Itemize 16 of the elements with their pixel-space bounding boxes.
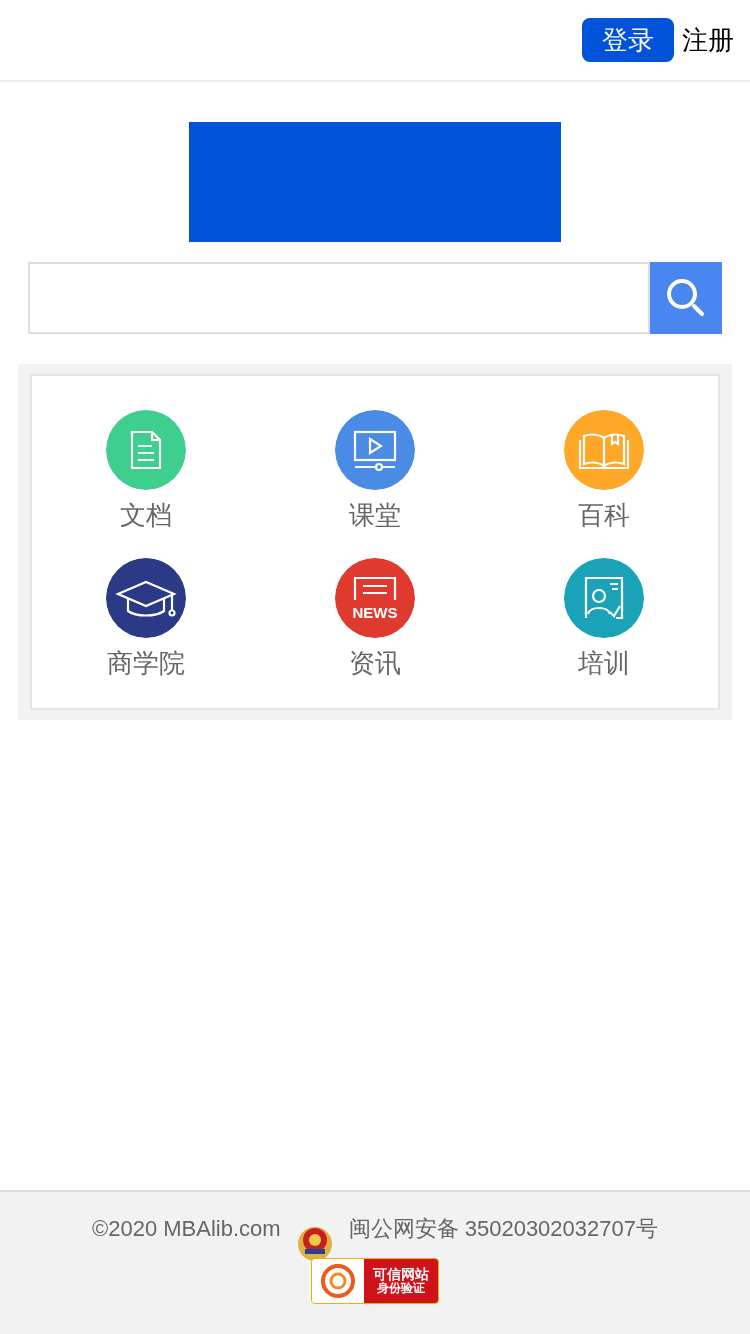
- category-item[interactable]: 文档: [32, 410, 261, 530]
- category-item[interactable]: 商学院: [32, 558, 261, 678]
- trusted-site-badge[interactable]: 可信网站 身份验证: [311, 1258, 439, 1304]
- category-item[interactable]: 培训: [489, 558, 718, 678]
- category-item[interactable]: NEWS 资讯: [260, 558, 490, 678]
- search-icon: [665, 277, 707, 319]
- category-item[interactable]: 百科: [489, 410, 718, 530]
- copyright-text: ©2020 MBAlib.com: [91, 1215, 281, 1243]
- login-button[interactable]: 登录: [582, 18, 674, 62]
- search-button[interactable]: [650, 262, 722, 334]
- logo-icon: [318, 1261, 358, 1301]
- police-record-link[interactable]: 闽公网安备 35020302032707号: [348, 1214, 658, 1244]
- category-item[interactable]: 课堂: [260, 410, 490, 530]
- news-icon: NEWS: [335, 558, 415, 638]
- register-link[interactable]: 注册: [682, 20, 734, 60]
- search-field[interactable]: [28, 262, 650, 334]
